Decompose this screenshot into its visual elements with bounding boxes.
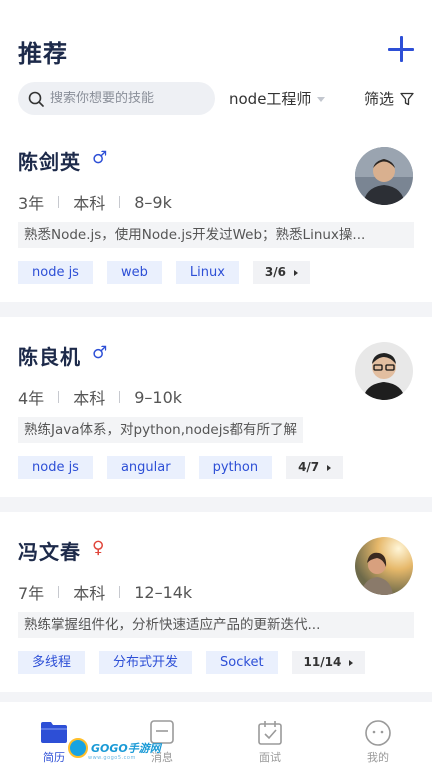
divider <box>58 196 60 208</box>
chevron-right-icon <box>327 464 332 471</box>
skill-tag[interactable]: Socket <box>206 651 278 674</box>
skill-tag[interactable]: 分布式开发 <box>99 651 193 674</box>
salary: 12–14k <box>134 582 193 602</box>
experience: 7年 <box>18 584 45 603</box>
tab-profile[interactable]: 我的 <box>324 707 432 768</box>
education: 本科 <box>73 194 106 213</box>
tab-label: 面试 <box>259 751 281 764</box>
skill-tag[interactable]: web <box>106 261 162 284</box>
search-input[interactable] <box>50 91 200 106</box>
profile-face-icon <box>365 720 391 746</box>
bottom-tab-bar: 简历 消息 面试 我的 <box>0 707 432 768</box>
salary: 8–9k <box>134 192 172 212</box>
page-title: 推荐 <box>18 40 68 68</box>
tag-page: 11/14 <box>303 655 342 669</box>
salary: 9–10k <box>134 387 183 407</box>
candidate-summary: 熟悉Node.js，使用Node.js开发过Web；熟悉Linux操... <box>18 222 414 248</box>
candidate-name: 陈剑英 <box>18 150 81 174</box>
candidate-list: 陈剑英 ♂ 3年 本科 8–9k 熟悉Node.js，使用Node.js开发过W… <box>0 122 432 702</box>
filter-label: 筛选 <box>363 90 394 108</box>
candidate-summary: 熟练Java体系，对python,nodejs都有所了解 <box>18 417 304 443</box>
watermark-logo-icon <box>68 738 88 758</box>
filter-button[interactable]: 筛选 <box>364 88 414 109</box>
skill-tags: 多线程 分布式开发 Socket 11/14 <box>18 651 379 674</box>
avatar <box>355 342 413 400</box>
divider <box>119 586 121 598</box>
add-button[interactable] <box>388 36 414 62</box>
education: 本科 <box>73 584 106 603</box>
candidate-meta: 7年 本科 12–14k <box>18 580 192 604</box>
candidate-card[interactable]: 冯文春 ♀ 7年 本科 12–14k 熟练掌握组件化，分析快速适应产品的更新迭代… <box>0 512 432 692</box>
divider <box>58 391 60 403</box>
tag-page: 4/7 <box>298 460 320 474</box>
more-tags-button[interactable]: 11/14 <box>291 651 366 674</box>
skill-tag[interactable]: angular <box>106 456 185 479</box>
search-icon <box>28 91 44 107</box>
skill-tag[interactable]: python <box>198 456 273 479</box>
tab-label: 我的 <box>367 751 389 764</box>
candidate-card[interactable]: 陈良机 ♂ 4年 本科 9–10k 熟练Java体系，对python,nodej… <box>0 317 432 497</box>
candidate-name: 陈良机 <box>18 345 81 369</box>
job-filter-label: node工程师 <box>229 90 312 108</box>
watermark-subtext: www.gogo5.com <box>88 755 136 761</box>
header: 推荐 node工程师 筛选 <box>0 0 432 122</box>
divider <box>119 196 121 208</box>
watermark-text: GOGO手游网 <box>91 742 161 755</box>
chevron-right-icon <box>349 659 354 666</box>
divider <box>58 586 60 598</box>
candidate-meta: 4年 本科 9–10k <box>18 385 182 409</box>
candidate-card[interactable]: 陈剑英 ♂ 3年 本科 8–9k 熟悉Node.js，使用Node.js开发过W… <box>0 122 432 302</box>
skill-tag[interactable]: node js <box>18 456 93 479</box>
calendar-check-icon <box>258 721 282 745</box>
folder-icon <box>41 722 67 743</box>
more-tags-button[interactable]: 4/7 <box>286 456 344 479</box>
job-filter-dropdown[interactable]: node工程师 <box>229 88 326 109</box>
male-icon: ♂ <box>92 343 108 363</box>
chevron-right-icon <box>293 269 298 276</box>
candidate-meta: 3年 本科 8–9k <box>18 190 172 214</box>
candidate-name: 冯文春 <box>18 540 81 564</box>
skill-tag[interactable]: Linux <box>175 261 239 284</box>
tab-interview[interactable]: 面试 <box>216 707 324 768</box>
search-bar[interactable] <box>18 82 215 115</box>
skill-tag[interactable]: node js <box>18 261 93 284</box>
skill-tags: node js web Linux 3/6 <box>18 261 324 284</box>
caret-down-icon <box>317 97 326 102</box>
tag-page: 3/6 <box>264 265 286 279</box>
divider <box>119 391 121 403</box>
experience: 4年 <box>18 389 45 408</box>
watermark: GOGO手游网 www.gogo5.com <box>68 738 161 761</box>
skill-tags: node js angular python 4/7 <box>18 456 357 479</box>
education: 本科 <box>73 389 106 408</box>
funnel-icon <box>400 92 414 105</box>
experience: 3年 <box>18 194 45 213</box>
female-icon: ♀ <box>92 538 105 558</box>
avatar <box>355 537 413 595</box>
candidate-summary: 熟练掌握组件化，分析快速适应产品的更新迭代... <box>18 612 414 638</box>
skill-tag[interactable]: 多线程 <box>18 651 86 674</box>
avatar <box>355 147 413 205</box>
male-icon: ♂ <box>92 148 108 168</box>
more-tags-button[interactable]: 3/6 <box>252 261 310 284</box>
